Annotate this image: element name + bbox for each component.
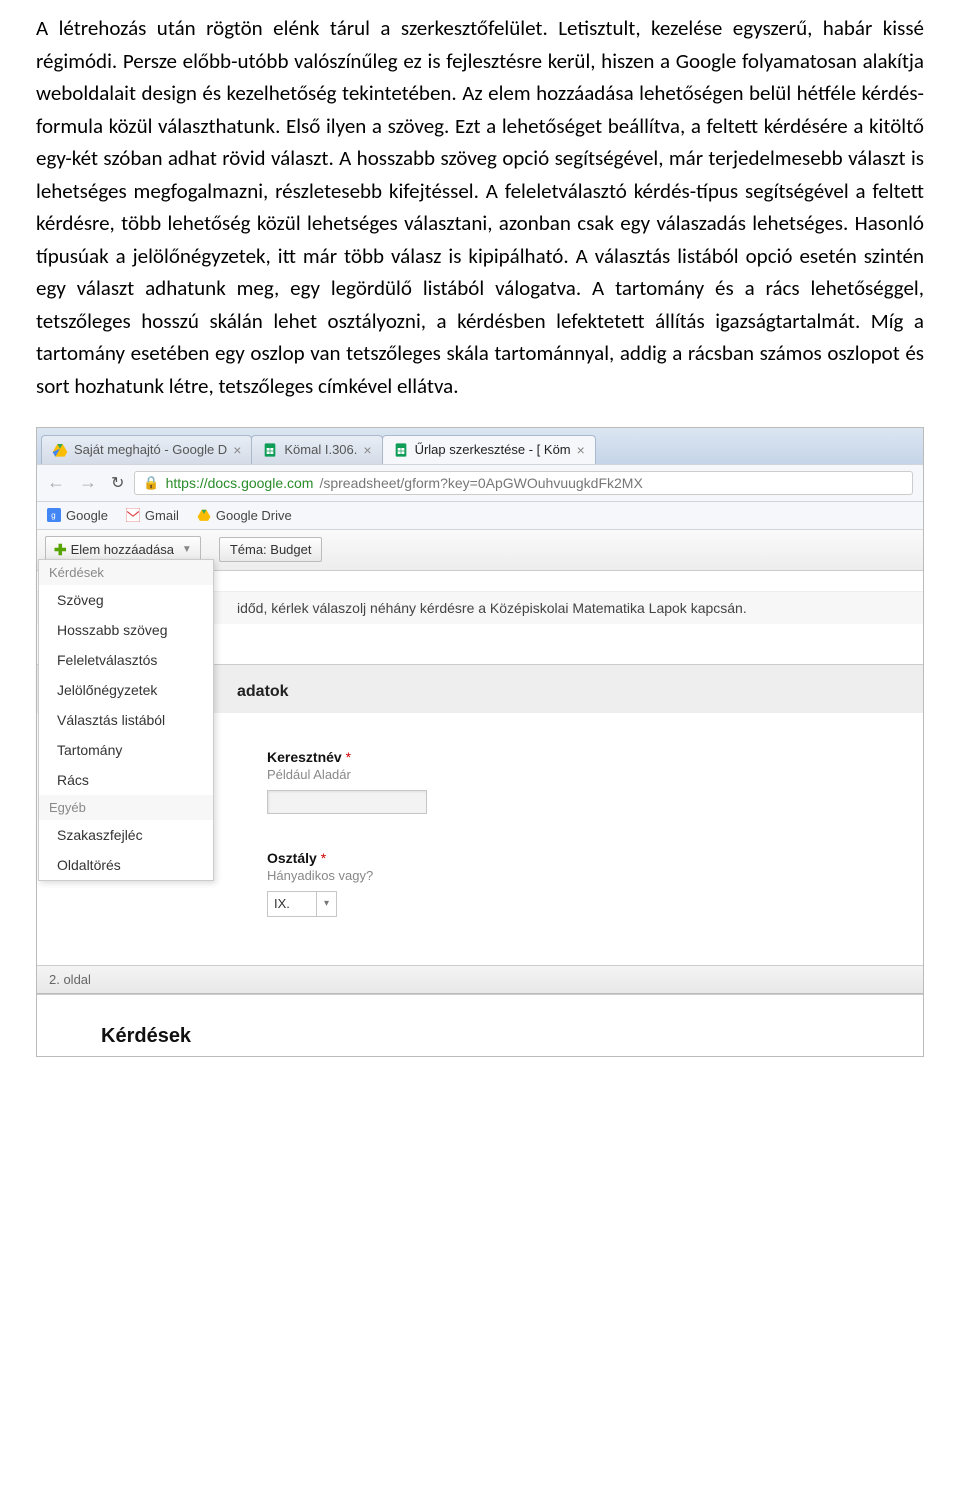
question-help: Például Aladár [267, 767, 923, 782]
add-button-label: Elem hozzáadása [71, 542, 174, 557]
theme-button-label: Téma: Budget [230, 542, 312, 557]
menu-item-checkboxes[interactable]: Jelölőnégyzetek [39, 675, 213, 705]
select-value: IX. [268, 896, 316, 911]
tab-form-editor[interactable]: Űrlap szerkesztése - [ Köm × [382, 435, 596, 464]
sheets-icon [393, 442, 409, 458]
gmail-icon [126, 508, 140, 522]
back-icon[interactable]: ← [47, 472, 65, 493]
sheets-icon [262, 442, 278, 458]
reload-icon[interactable]: ↻ [111, 473, 124, 493]
bookmark-label: Google [66, 508, 108, 523]
menu-item-section-header[interactable]: Szakaszfejléc [39, 820, 213, 850]
menu-item-list[interactable]: Választás listából [39, 705, 213, 735]
doc-paragraph-text: A létrehozás után rögtön elénk tárul a s… [36, 15, 924, 399]
bookmark-drive[interactable]: Google Drive [197, 508, 292, 523]
page-marker-text: 2. oldal [49, 972, 91, 987]
theme-button[interactable]: Téma: Budget [219, 537, 323, 562]
bookmark-google[interactable]: g Google [47, 508, 108, 523]
question-help: Hányadikos vagy? [267, 868, 923, 883]
menu-header-other: Egyéb [39, 795, 213, 820]
menu-item-multiple-choice[interactable]: Feleletválasztós [39, 645, 213, 675]
lock-icon: 🔒 [143, 475, 159, 491]
url-host: https://docs.google.com [166, 475, 314, 491]
url-bar: ← → ↻ 🔒 https://docs.google.com/spreadsh… [37, 464, 923, 502]
close-icon[interactable]: × [363, 442, 371, 458]
bookmarks-bar: g Google Gmail Google Drive [37, 502, 923, 530]
url-path: /spreadsheet/gform?key=0ApGWOuhvuugkdFk2… [319, 475, 642, 491]
required-star: * [346, 749, 351, 765]
drive-icon [52, 442, 68, 458]
menu-item-text[interactable]: Szöveg [39, 585, 213, 615]
question-title: Keresztnév [267, 749, 342, 765]
document-paragraph: A létrehozás után rögtön elénk tárul a s… [0, 0, 960, 427]
bookmark-gmail[interactable]: Gmail [126, 508, 179, 523]
menu-item-paragraph[interactable]: Hosszabb szöveg [39, 615, 213, 645]
url-field[interactable]: 🔒 https://docs.google.com/spreadsheet/gf… [134, 471, 913, 495]
grade-select[interactable]: IX. ▾ [267, 891, 337, 917]
page2-header-text: Kérdések [101, 1025, 191, 1047]
bookmark-label: Gmail [145, 508, 179, 523]
close-icon[interactable]: × [577, 442, 585, 458]
google-icon: g [47, 508, 61, 522]
close-icon[interactable]: × [233, 442, 241, 458]
form-description-text: időd, kérlek válaszolj néhány kérdésre a… [237, 600, 747, 616]
tab-label: Kömal I.306. [284, 442, 357, 457]
tab-label: Saját meghajtó - Google D [74, 442, 227, 457]
firstname-input[interactable] [267, 790, 427, 814]
plus-icon: ✚ [54, 541, 67, 559]
menu-item-page-break[interactable]: Oldaltörés [39, 850, 213, 880]
menu-item-scale[interactable]: Tartomány [39, 735, 213, 765]
screenshot-container: Saját meghajtó - Google D × Kömal I.306.… [36, 427, 924, 1057]
chevron-down-icon: ▾ [316, 892, 336, 916]
browser-tabs: Saját meghajtó - Google D × Kömal I.306.… [37, 428, 923, 464]
tab-drive[interactable]: Saját meghajtó - Google D × [41, 435, 252, 464]
question-grade: Osztály * Hányadikos vagy? IX. ▾ [267, 850, 923, 917]
page2-section-header[interactable]: Kérdések [37, 994, 923, 1056]
page-marker: 2. oldal [37, 965, 923, 994]
bookmark-label: Google Drive [216, 508, 292, 523]
question-firstname: Keresztnév * Például Aladár [267, 749, 923, 814]
chevron-down-icon: ▼ [182, 544, 192, 555]
nav-icons: ← → ↻ [47, 472, 124, 493]
add-element-menu: Kérdések Szöveg Hosszabb szöveg Feleletv… [38, 559, 214, 881]
menu-header-questions: Kérdések [39, 560, 213, 585]
required-star: * [321, 850, 326, 866]
svg-text:g: g [51, 511, 56, 520]
question-title: Osztály [267, 850, 317, 866]
drive-icon [197, 508, 211, 522]
forward-icon[interactable]: → [79, 472, 97, 493]
section-header-text: adatok [237, 683, 289, 700]
menu-item-grid[interactable]: Rács [39, 765, 213, 795]
tab-label: Űrlap szerkesztése - [ Köm [415, 442, 571, 457]
tab-komal[interactable]: Kömal I.306. × [251, 435, 382, 464]
